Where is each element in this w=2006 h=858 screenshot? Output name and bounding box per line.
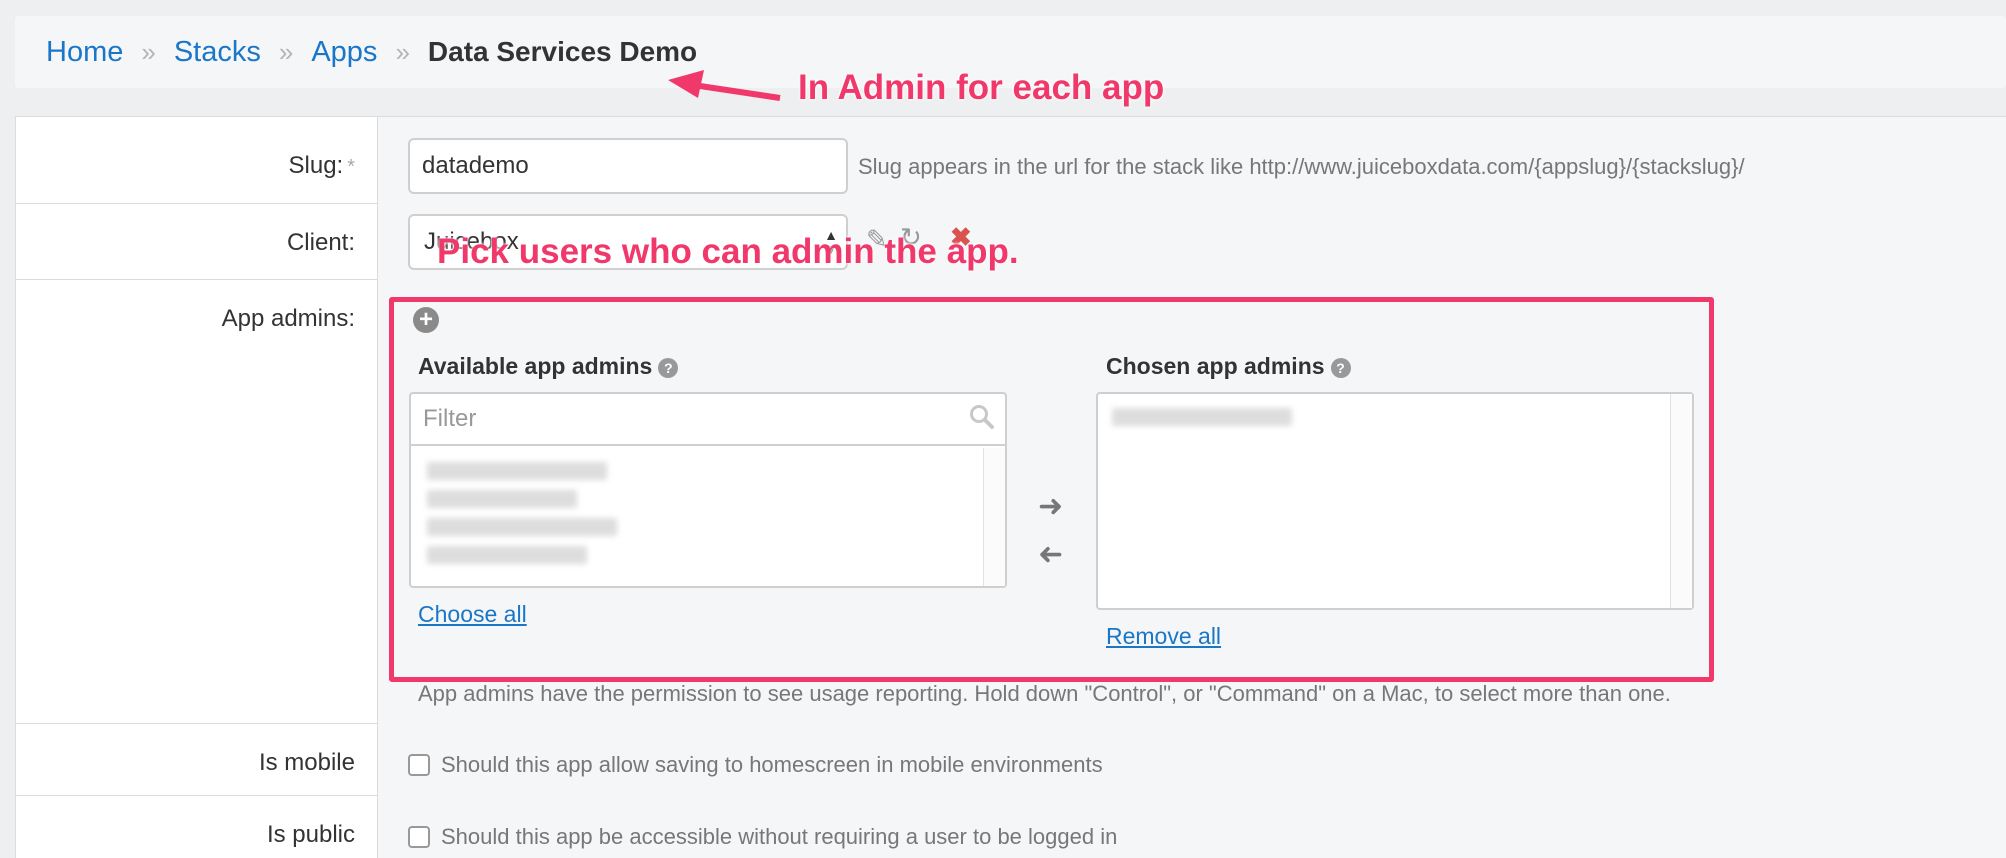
client-label: Client: xyxy=(286,229,355,256)
question-circle-icon: ? xyxy=(658,357,679,378)
arrow-right-icon[interactable]: ➜ xyxy=(1038,492,1063,522)
slug-input[interactable]: datademo xyxy=(408,138,848,194)
breadcrumb-current: Data Services Demo xyxy=(427,36,698,67)
breadcrumb-separator: » xyxy=(141,36,156,67)
list-item[interactable] xyxy=(427,546,587,564)
search-icon xyxy=(970,405,994,429)
is-public-help-text: Should this app be accessible without re… xyxy=(441,824,1118,849)
choose-all-link[interactable]: Choose all xyxy=(418,601,527,628)
slug-label: Slug: * xyxy=(288,152,356,179)
available-admins-list[interactable]: Filter xyxy=(409,392,1007,588)
breadcrumb-home[interactable]: Home xyxy=(46,36,123,69)
row-divider xyxy=(16,203,378,204)
required-mark: * xyxy=(347,156,355,178)
filter-placeholder: Filter xyxy=(423,405,477,432)
is-mobile-checkbox[interactable] xyxy=(408,754,430,776)
row-divider xyxy=(16,795,378,796)
annotation-pick-note: Pick users who can admin the app. xyxy=(437,232,1019,271)
list-item[interactable] xyxy=(427,518,617,536)
filter-input[interactable]: Filter xyxy=(411,394,1005,446)
available-admins-title: Available app admins? xyxy=(418,353,679,380)
list-item[interactable] xyxy=(427,490,577,508)
label-column: Slug: * Client: App admins: Is mobile Is … xyxy=(16,117,378,858)
plus-circle-icon[interactable]: + xyxy=(413,307,439,333)
row-divider xyxy=(16,723,378,724)
list-item[interactable] xyxy=(1112,408,1292,426)
list-item[interactable] xyxy=(427,462,607,480)
app-admins-label: App admins: xyxy=(221,305,355,332)
breadcrumb-separator: » xyxy=(395,36,410,67)
scrollbar[interactable] xyxy=(983,448,1005,586)
is-mobile-label: Is mobile xyxy=(258,749,355,776)
annotation-arrow xyxy=(668,70,781,101)
scrollbar[interactable] xyxy=(1670,394,1692,608)
question-circle-icon: ? xyxy=(1330,357,1351,378)
row-divider xyxy=(16,279,378,280)
app-admins-help-text: App admins have the permission to see us… xyxy=(418,681,1671,706)
is-public-label: Is public xyxy=(266,821,355,848)
breadcrumb-separator: » xyxy=(278,36,294,67)
arrow-left-icon[interactable]: ➜ xyxy=(1038,538,1063,571)
remove-all-link[interactable]: Remove all xyxy=(1106,623,1221,650)
chosen-admins-list[interactable] xyxy=(1096,392,1694,610)
annotation-admin-note: In Admin for each app xyxy=(798,68,1165,107)
is-mobile-help-text: Should this app allow saving to homescre… xyxy=(441,752,1103,777)
chosen-admins-title: Chosen app admins? xyxy=(1106,353,1351,380)
breadcrumb-stacks[interactable]: Stacks xyxy=(174,36,261,69)
breadcrumb-apps[interactable]: Apps xyxy=(311,36,377,69)
is-public-checkbox[interactable] xyxy=(408,826,430,848)
slug-help-text: Slug appears in the url for the stack li… xyxy=(858,154,1745,179)
